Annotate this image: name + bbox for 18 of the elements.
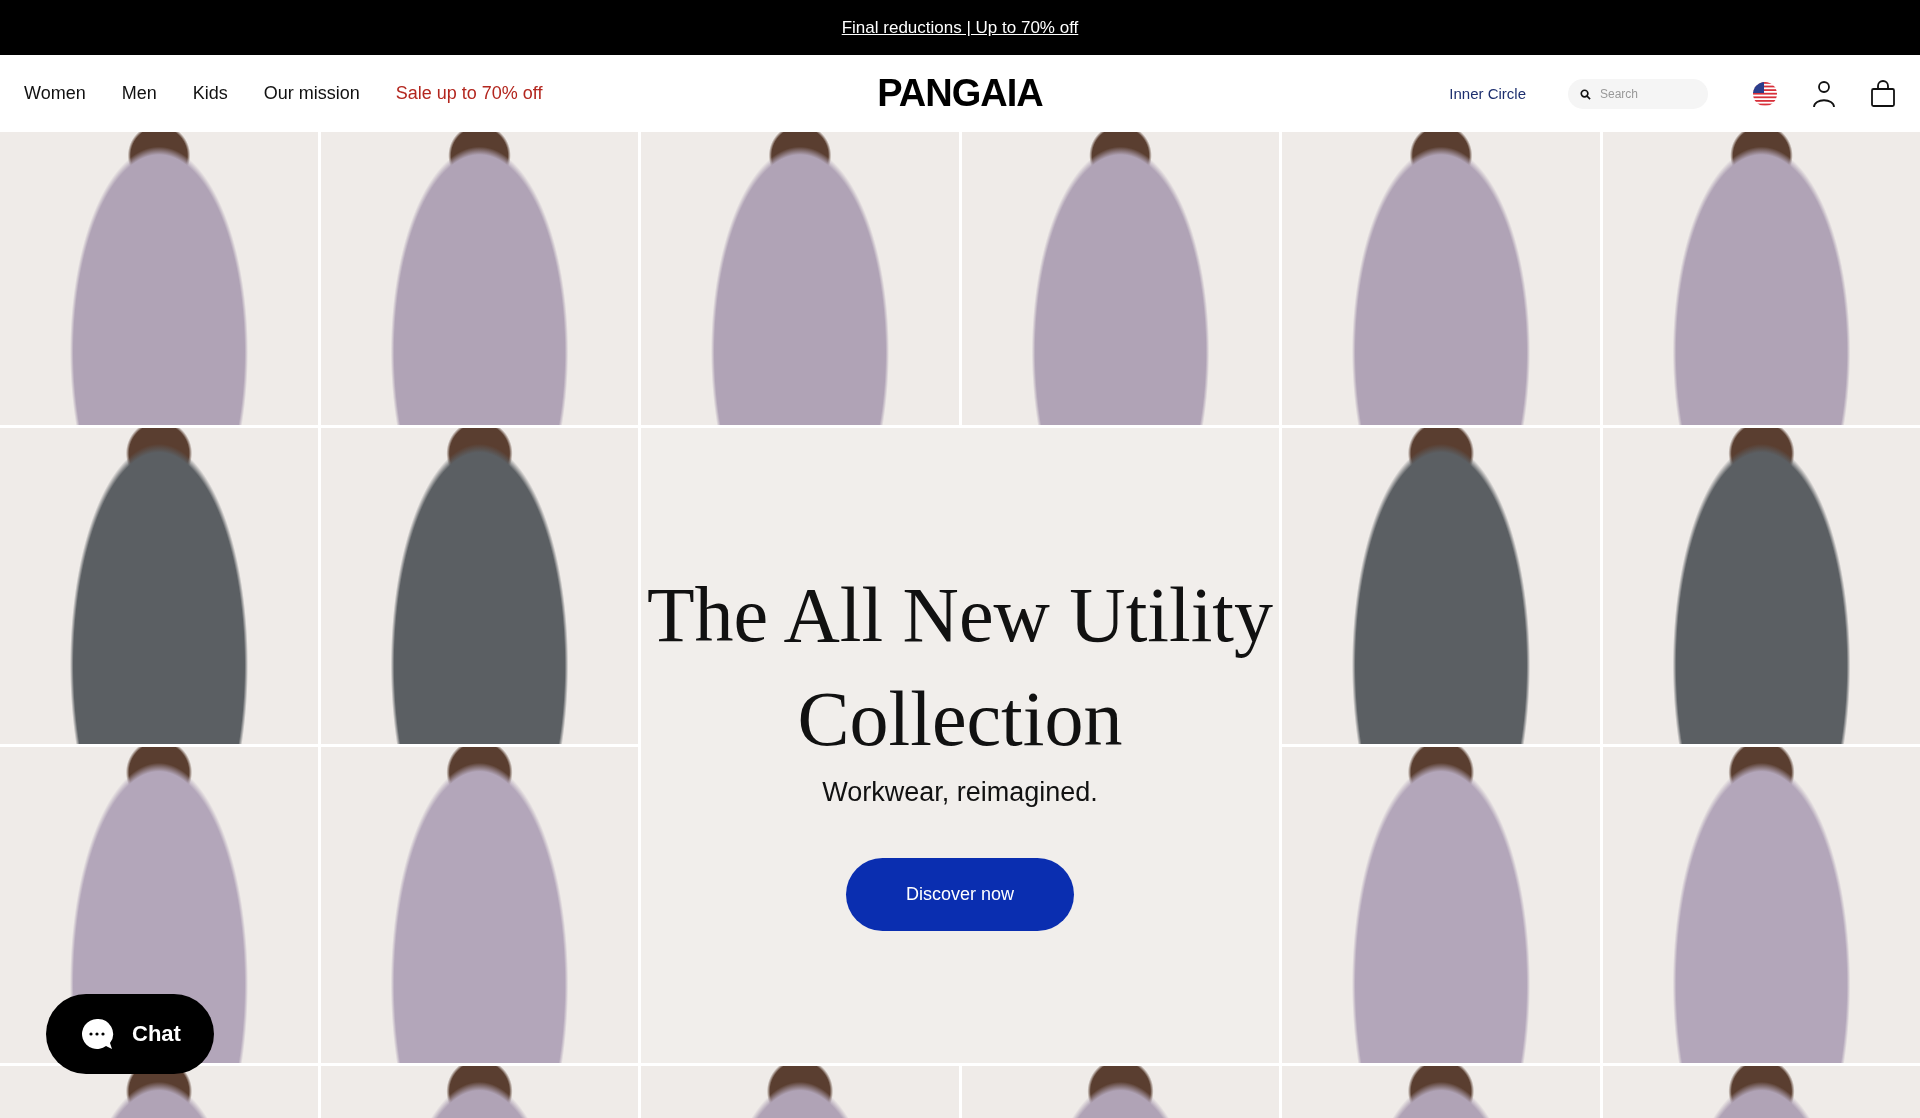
nav-link[interactable]: Kids (192, 83, 228, 104)
nav-link[interactable]: Men (121, 83, 157, 104)
discover-button[interactable]: Discover now (846, 858, 1074, 931)
chat-button[interactable]: Chat (46, 994, 214, 1074)
search-icon (1580, 88, 1591, 100)
chat-bubble-icon (80, 1017, 114, 1051)
hero-title: The All New Utility Collection (645, 570, 1275, 764)
nav-link[interactable]: Our mission (263, 83, 360, 104)
inner-circle-link[interactable]: Inner Circle (1449, 85, 1526, 102)
nav-link[interactable]: Women (24, 83, 86, 104)
nav-link[interactable]: Sale up to 70% off (395, 83, 543, 104)
search-field[interactable]: Search (1568, 78, 1708, 109)
bag-icon[interactable] (1870, 79, 1896, 108)
hero-subtitle: Workwear, reimagined. (822, 777, 1098, 808)
user-icon[interactable] (1812, 79, 1836, 108)
flag-icon[interactable] (1752, 80, 1778, 107)
announcement-link[interactable]: Final reductions | Up to 70% off (841, 17, 1079, 38)
logo[interactable]: PANGAIA (877, 72, 1043, 115)
